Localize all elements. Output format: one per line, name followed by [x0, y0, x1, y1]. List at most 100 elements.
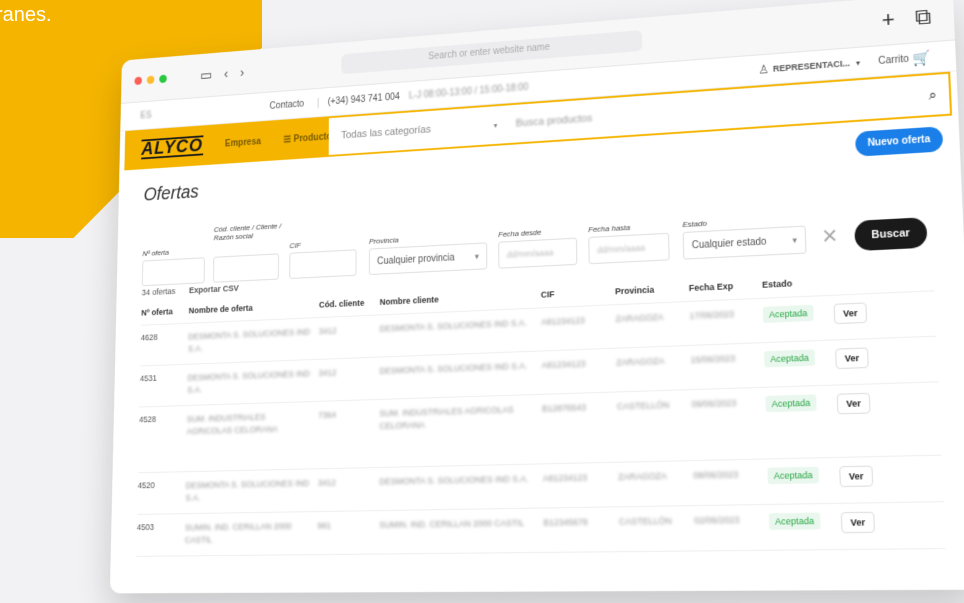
new-offer-button[interactable]: Nuevo oferta — [854, 126, 944, 157]
opening-hours: L-J 08:00-13:00 / 15:00-18:00 — [408, 81, 529, 101]
filter-label-cif: CIF — [289, 241, 301, 251]
offer-name: DESMONTA S. SOLUCIONES IND S.A. — [187, 368, 310, 395]
clear-filters-icon[interactable]: × — [822, 220, 838, 252]
column-header: Nº oferta — [141, 306, 173, 318]
search-input[interactable]: Busca productos — [516, 113, 593, 130]
date-from-input[interactable]: dd/mm/aaaa — [498, 237, 578, 269]
expiry-date: 15/06/2023 — [690, 353, 736, 365]
close-icon[interactable] — [134, 76, 143, 85]
client-code: 981 — [317, 520, 332, 531]
status-badge: Aceptada — [764, 349, 816, 368]
offers-table: Nº oferta Nombre de oferta Cód. cliente … — [136, 271, 946, 557]
column-header: Cód. cliente — [318, 298, 365, 310]
filter-label-status: Estado — [682, 218, 707, 230]
client-code: 3412 — [318, 325, 337, 337]
client-cif: A81234123 — [542, 472, 588, 484]
results-count: 34 ofertas — [141, 286, 176, 298]
chevron-down-icon: ▾ — [493, 120, 498, 130]
nav-empresa[interactable]: Empresa — [225, 136, 261, 148]
contact-link[interactable]: Contacto — [270, 99, 305, 112]
status-badge: Aceptada — [765, 394, 817, 413]
offer-number-input[interactable] — [141, 257, 205, 287]
back-icon[interactable]: ‹ — [224, 66, 228, 82]
offer-name: DESMONTA S. SOLUCIONES IND S.A. — [185, 478, 310, 503]
date-to-placeholder: dd/mm/aaaa — [597, 242, 646, 256]
client-code: 3412 — [317, 477, 336, 488]
cart-icon[interactable]: 🛒 — [913, 49, 932, 67]
offer-name: DESMONTA S. SOLUCIONES IND S.A. — [187, 326, 311, 354]
client-code: 7364 — [318, 409, 337, 421]
minimize-icon[interactable] — [146, 75, 155, 84]
maximize-icon[interactable] — [159, 74, 167, 83]
offers-page: Ofertas Nuevo oferta Nº oferta Cód. clie… — [110, 115, 964, 566]
province-select-value: Cualquier provincia — [377, 252, 455, 267]
status-badge: Aceptada — [762, 304, 814, 323]
new-tab-icon[interactable]: + — [881, 7, 895, 33]
column-header: Provincia — [614, 284, 655, 297]
filter-label-client: Cód. cliente / Cliente / Razón social — [213, 221, 282, 243]
expiry-date: 17/06/2023 — [689, 309, 735, 321]
brand-logo[interactable]: ALYCO — [141, 135, 204, 160]
forward-icon[interactable]: › — [240, 64, 244, 80]
export-csv-link[interactable]: Exportar CSV — [189, 283, 239, 295]
offer-id: 4503 — [136, 522, 155, 533]
filter-label-offer-number: Nº oferta — [142, 248, 169, 258]
view-button[interactable]: Ver — [836, 392, 871, 415]
expiry-date: 02/06/2023 — [694, 514, 740, 526]
client-name: DESMONTA S. SOLUCIONES IND S.A. — [379, 360, 528, 376]
column-header: Nombre cliente — [379, 294, 439, 307]
browser-window: ▭ ‹ › Search or enter website name + ⧉ E… — [109, 0, 964, 594]
account-menu[interactable]: REPRESENTACI... — [773, 58, 850, 73]
view-button[interactable]: Ver — [833, 302, 868, 325]
client-name: SUM. INDUSTRIALES AGRICOLAS CELORANA — [379, 404, 514, 431]
search-button[interactable]: Buscar — [854, 217, 928, 252]
client-cif: B12345678 — [543, 516, 588, 528]
view-button[interactable]: Ver — [835, 347, 869, 370]
chevron-down-icon: ▾ — [474, 250, 479, 261]
client-province: ZARAGOZA — [616, 355, 665, 368]
client-name: SUMIN. IND. CERILLAN 2000 CASTIL — [379, 517, 525, 530]
cart-link[interactable]: Carrito — [878, 53, 909, 66]
column-header: Fecha Exp — [688, 281, 734, 294]
sidebar-icon[interactable]: ▭ — [200, 67, 212, 83]
client-name: DESMONTA S. SOLUCIONES IND S.A. — [379, 317, 527, 334]
client-cif: B12876543 — [542, 402, 587, 414]
province-select[interactable]: Cualquier provincia ▾ — [368, 242, 488, 276]
client-province: CASTELLÓN — [618, 515, 672, 527]
column-header: CIF — [540, 289, 555, 300]
column-header: Nombre de oferta — [188, 303, 253, 316]
chevron-down-icon: ▾ — [792, 234, 798, 245]
status-select[interactable]: Cualquier estado ▾ — [682, 225, 807, 260]
filter-label-province: Provincia — [369, 235, 399, 246]
promo-text: ranes. — [0, 4, 52, 26]
client-code: 3412 — [318, 367, 337, 378]
client-name: DESMONTA S. SOLUCIONES IND S.A. — [379, 473, 529, 487]
client-input[interactable] — [213, 253, 280, 283]
view-button[interactable]: Ver — [840, 511, 875, 534]
filter-label-date-from: Fecha desde — [498, 227, 542, 239]
offer-name: SUM. INDUSTRIALES AGRICOLAS CELORANA — [186, 412, 278, 437]
status-badge: Aceptada — [767, 466, 820, 485]
offer-name: SUMIN. IND. CERILLAN 2000 CASTIL — [184, 521, 292, 545]
window-controls — [134, 74, 167, 85]
offer-id: 4531 — [139, 373, 157, 384]
view-button[interactable]: Ver — [839, 465, 874, 488]
cif-input[interactable] — [289, 249, 357, 279]
filter-label-date-to: Fecha hasta — [588, 223, 631, 235]
date-to-input[interactable]: dd/mm/aaaa — [588, 232, 670, 265]
client-province: ZARAGOZA — [618, 470, 667, 482]
tabs-overview-icon[interactable]: ⧉ — [915, 4, 932, 31]
phone-number: (+34) 943 741 004 — [317, 91, 400, 108]
category-select[interactable]: Todas las categorías — [329, 120, 494, 143]
search-icon[interactable]: ⌕ — [928, 86, 937, 103]
column-header: Estado — [761, 278, 793, 290]
status-badge: Aceptada — [768, 512, 821, 530]
client-cif: A81234123 — [541, 315, 585, 327]
client-cif: A81234123 — [541, 358, 586, 371]
date-from-placeholder: dd/mm/aaaa — [506, 247, 554, 260]
chevron-down-icon: ▾ — [855, 57, 861, 68]
column-header — [833, 274, 885, 286]
language-selector[interactable]: ES — [140, 110, 151, 121]
user-icon[interactable]: ♙ — [758, 62, 769, 76]
offer-id: 4520 — [137, 480, 155, 491]
